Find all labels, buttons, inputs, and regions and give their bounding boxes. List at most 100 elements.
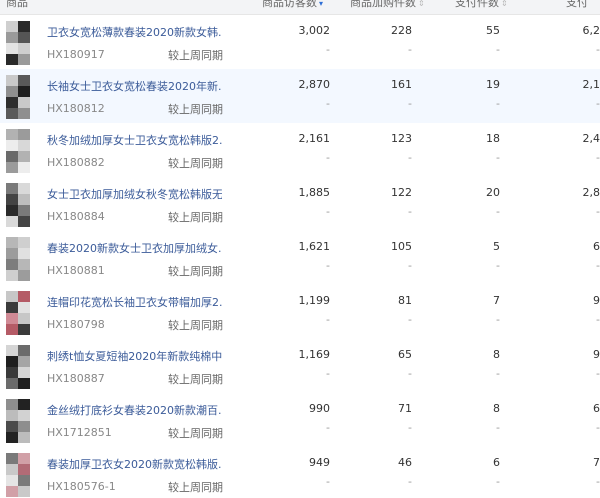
thumbnail-pixel [18,356,30,367]
thumbnail-pixel [18,140,30,151]
paid-items-change: - [496,475,500,488]
compare-last-week-label: 较上周同期 [168,373,223,386]
visits-change: - [326,43,330,56]
product-thumbnail[interactable] [6,75,30,119]
product-thumbnail[interactable] [6,291,30,335]
visits-value: 2,870 [298,78,331,91]
thumbnail-pixel [18,259,30,270]
thumbnail-pixel [6,21,18,32]
thumbnail-pixel [6,464,18,475]
product-name-link[interactable]: 连帽印花宽松长袖卫衣女带帽加厚2... [47,294,222,310]
product-name-link[interactable]: 卫衣女宽松薄款春装2020新款女韩... [47,24,222,40]
table-row[interactable]: 连帽印花宽松长袖卫衣女带帽加厚2... HX180798 较上周同期 1,199 - 81… [0,285,600,340]
paid-x-change: - [596,313,600,326]
thumbnail-pixel [6,194,18,205]
product-code: HX180917 [47,48,105,61]
product-thumbnail[interactable] [6,237,30,281]
thumbnail-pixel [6,410,18,421]
paid-x-change: - [596,151,600,164]
thumbnail-pixel [18,410,30,421]
paid-items-value: 19 [486,78,500,91]
thumbnail-pixel [6,399,18,410]
cart-change: - [408,313,412,326]
cart-change: - [408,97,412,110]
header-cart[interactable]: 商品加购件数 ⇕ [350,0,425,11]
product-thumbnail[interactable] [6,183,30,227]
paid-x-value: 6 [593,240,600,253]
visits-value: 1,885 [298,186,331,199]
thumbnail-pixel [18,86,30,97]
product-thumbnail[interactable] [6,399,30,443]
paid-x-change: - [596,97,600,110]
product-code: HX1712851 [47,426,112,439]
table-row[interactable]: 秋冬加绒加厚女士卫衣女宽松韩版2... HX180882 较上周同期 2,161 - 12… [0,123,600,178]
visits-value: 1,169 [298,348,331,361]
thumbnail-pixel [6,216,18,227]
paid-items-value: 18 [486,132,500,145]
thumbnail-pixel [18,367,30,378]
paid-x-value: 6 [593,402,600,415]
product-thumbnail[interactable] [6,453,30,497]
cart-value: 65 [398,348,412,361]
thumbnail-pixel [6,248,18,259]
product-thumbnail[interactable] [6,129,30,173]
cart-value: 71 [398,402,412,415]
paid-x-value: 6,2 [582,24,600,37]
sort-icon[interactable]: ⇕ [501,0,508,8]
thumbnail-pixel [18,378,30,389]
cart-change: - [408,205,412,218]
product-thumbnail[interactable] [6,345,30,389]
paid-items-value: 55 [486,24,500,37]
paid-items-value: 7 [493,294,500,307]
product-thumbnail[interactable] [6,21,30,65]
thumbnail-pixel [18,324,30,335]
thumbnail-pixel [18,248,30,259]
header-paid-items[interactable]: 支付件数 ⇕ [455,0,508,11]
thumbnail-pixel [6,151,18,162]
sort-icon[interactable]: ⇕ [418,0,425,8]
table-row[interactable]: 刺绣t恤女夏短袖2020年新款纯棉中... HX180887 较上周同期 1,169 -… [0,339,600,394]
thumbnail-pixel [6,162,18,173]
visits-value: 2,161 [298,132,331,145]
compare-last-week-label: 较上周同期 [168,49,223,62]
thumbnail-pixel [18,313,30,324]
thumbnail-pixel [18,97,30,108]
product-code: HX180881 [47,264,105,277]
thumbnail-pixel [6,421,18,432]
product-name-link[interactable]: 刺绣t恤女夏短袖2020年新款纯棉中... [47,348,222,364]
header-visits[interactable]: 商品访客数 ▾ [262,0,323,11]
product-name-link[interactable]: 金丝绒打底衫女春装2020新款潮百... [47,402,222,418]
thumbnail-pixel [18,475,30,486]
table-header: 商品 商品访客数 ▾ 商品加购件数 ⇕ 支付件数 ⇕ 支付 [0,0,600,15]
product-name-link[interactable]: 春装2020新款女士卫衣加厚加绒女... [47,240,222,256]
table-row[interactable]: 长袖女士卫衣女宽松春装2020年新... HX180812 较上周同期 2,870 - 1… [0,69,600,124]
product-name-link[interactable]: 女士卫衣加厚加绒女秋冬宽松韩版无... [47,186,222,202]
cart-value: 122 [391,186,412,199]
table-row[interactable]: 卫衣女宽松薄款春装2020新款女韩... HX180917 较上周同期 3,002 - 2… [0,15,600,70]
thumbnail-pixel [6,475,18,486]
product-name-link[interactable]: 秋冬加绒加厚女士卫衣女宽松韩版2... [47,132,222,148]
compare-last-week-label: 较上周同期 [168,427,223,440]
thumbnail-pixel [6,324,18,335]
table-row[interactable]: 女士卫衣加厚加绒女秋冬宽松韩版无... HX180884 较上周同期 1,885 - 12… [0,177,600,232]
header-paid-truncated[interactable]: 支付 [566,0,588,10]
thumbnail-pixel [18,291,30,302]
product-name-link[interactable]: 春装加厚卫衣女2020新款宽松韩版... [47,456,222,472]
thumbnail-pixel [6,432,18,443]
paid-items-value: 6 [493,456,500,469]
thumbnail-pixel [18,345,30,356]
header-product[interactable]: 商品 [6,0,28,10]
thumbnail-pixel [18,399,30,410]
cart-change: - [408,151,412,164]
sort-desc-icon[interactable]: ▾ [319,0,323,8]
table-row[interactable]: 金丝绒打底衫女春装2020新款潮百... HX1712851 较上周同期 990 - 71… [0,393,600,448]
thumbnail-pixel [18,129,30,140]
visits-value: 1,199 [298,294,331,307]
thumbnail-pixel [18,432,30,443]
table-row[interactable]: 春装2020新款女士卫衣加厚加绒女... HX180881 较上周同期 1,621 - 1… [0,231,600,286]
visits-change: - [326,475,330,488]
thumbnail-pixel [6,183,18,194]
thumbnail-pixel [6,453,18,464]
product-name-link[interactable]: 长袖女士卫衣女宽松春装2020年新... [47,78,222,94]
table-row[interactable]: 春装加厚卫衣女2020新款宽松韩版... HX180576-1 较上周同期 949 - 4… [0,447,600,498]
